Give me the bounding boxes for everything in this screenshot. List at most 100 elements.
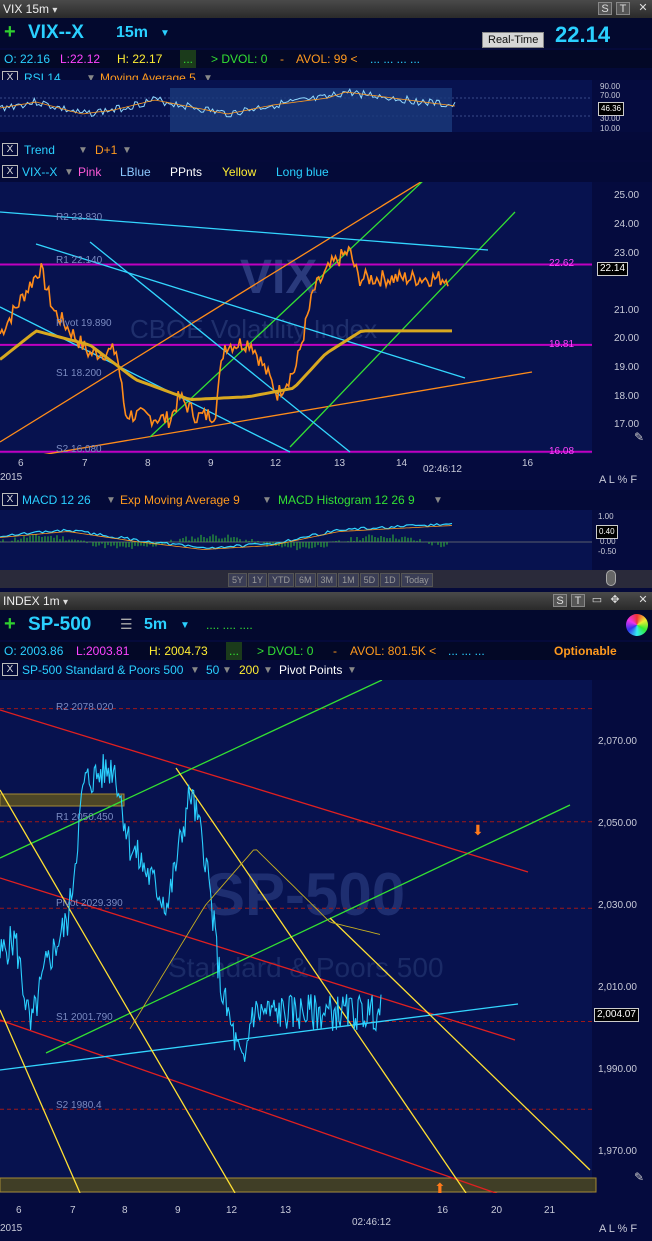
close-study-icon[interactable]: X — [2, 143, 18, 156]
sp-scale-2,050.00: 2,050.00 — [598, 817, 637, 829]
legend-pink[interactable]: Pink — [78, 162, 101, 182]
pencil-icon[interactable]: ✎ — [634, 430, 644, 444]
axis-controls[interactable]: A L % F — [599, 1223, 637, 1235]
timeframe-select[interactable]: 15m — [116, 24, 148, 42]
pivot-r2-label: R2 2078.020 — [56, 702, 114, 713]
range-button-5y[interactable]: 5Y — [228, 573, 248, 587]
axis-controls[interactable]: A L % F — [599, 474, 637, 486]
macd-hist-label[interactable]: MACD Histogram 12 26 9 — [278, 490, 415, 510]
close-icon[interactable]: ✕ — [636, 594, 650, 607]
optionable-badge: Optionable — [554, 644, 617, 658]
color-wheel-icon[interactable] — [626, 614, 648, 636]
timeframe-select[interactable]: 5m — [144, 616, 167, 634]
quote-more-button[interactable]: ... — [226, 642, 243, 660]
vix-x-8: 16 — [522, 458, 534, 469]
range-button-3m[interactable]: 3M — [316, 573, 338, 587]
legend-yellow[interactable]: Yellow — [222, 162, 256, 182]
trend-line-5 — [0, 306, 291, 453]
last-price: 22.14 — [555, 22, 611, 47]
window-icon[interactable]: ▭ — [590, 594, 604, 607]
vix-x-3: 9 — [208, 458, 214, 469]
close-study-icon[interactable]: X — [2, 165, 18, 178]
chevron-down-icon[interactable]: ▼ — [78, 141, 88, 161]
vix-x-6: 14 — [396, 458, 408, 469]
quote-low: L:22.12 — [60, 52, 101, 66]
sp-x-8: 20 — [491, 1205, 503, 1216]
close-icon[interactable]: ✕ — [636, 2, 650, 15]
scroll-handle[interactable] — [606, 570, 616, 586]
sp-window-title: INDEX 1m — [3, 594, 60, 608]
close-study-icon[interactable]: X — [2, 663, 18, 676]
settings-icon[interactable]: T — [571, 594, 585, 607]
rsi-scale-10: 10.00 — [600, 124, 621, 132]
legend-ppnts[interactable]: PPnts — [170, 162, 202, 182]
range-button-6m[interactable]: 6M — [295, 573, 316, 587]
trend-label[interactable]: Trend — [24, 140, 55, 160]
legend-pivots[interactable]: Pivot Points — [279, 660, 342, 680]
sp-plot — [0, 680, 597, 1193]
chevron-down-icon[interactable]: ▼ — [160, 28, 170, 39]
legend-ma50[interactable]: 50 — [206, 660, 219, 680]
range-button-ytd[interactable]: YTD — [268, 573, 295, 587]
vix-x-1: 7 — [82, 458, 88, 469]
pivot-label: Pivot 2029.390 — [56, 898, 123, 909]
sp-x-7: 16 — [437, 1205, 449, 1216]
rsi-scale-70: 70.00 — [600, 91, 621, 100]
legend-name[interactable]: SP-500 Standard & Poors 500 — [22, 660, 183, 680]
chevron-down-icon[interactable]: ▾ — [52, 5, 57, 16]
macd-scale-0: 0.00 — [600, 537, 616, 546]
range-button-1y[interactable]: 1Y — [248, 573, 268, 587]
settings-icon[interactable]: T — [616, 2, 630, 15]
d1-label[interactable]: D+1 — [95, 140, 117, 160]
chevron-down-icon[interactable]: ▼ — [190, 661, 200, 681]
pivot-r1-label: R1 22.140 — [56, 255, 103, 266]
pivot-r1-label: R1 2050.450 — [56, 812, 114, 823]
sp-scale-2,070.00: 2,070.00 — [598, 735, 637, 747]
list-icon[interactable]: ☰ — [120, 616, 133, 633]
add-icon[interactable]: + — [4, 22, 16, 42]
chevron-down-icon[interactable]: ▼ — [347, 661, 357, 681]
chevron-down-icon[interactable]: ▼ — [122, 141, 132, 161]
chevron-down-icon[interactable]: ▼ — [222, 661, 232, 681]
symbol-input[interactable]: SP-500 — [28, 614, 91, 636]
dots-indicator: .... .... .... — [206, 618, 253, 632]
vix-x-4: 12 — [270, 458, 282, 469]
sp-trend-line-9 — [329, 917, 591, 1171]
sp-last-tag: 2,004.07 — [594, 1008, 639, 1022]
link-icon[interactable]: S — [553, 594, 567, 607]
chevron-down-icon[interactable]: ▼ — [262, 491, 272, 511]
pencil-icon[interactable]: ✎ — [634, 1170, 644, 1184]
macd-line — [0, 522, 453, 550]
vix-x-5: 13 — [334, 458, 346, 469]
sp-window-titlebar[interactable]: INDEX 1m ▾ S T ▭ ✥ ✕ — [0, 592, 652, 610]
symbol-input[interactable]: VIX--X — [28, 22, 84, 44]
chevron-down-icon[interactable]: ▼ — [106, 491, 116, 511]
legend-lblue[interactable]: LBlue — [120, 162, 151, 182]
trend-study-bar: X Trend ▼ D+1 ▼ — [0, 140, 652, 160]
quote-more-button[interactable]: ... — [180, 50, 197, 68]
pivot-s1-label: S1 18.200 — [56, 368, 102, 379]
move-icon[interactable]: ✥ — [608, 594, 622, 607]
range-button-today[interactable]: Today — [400, 573, 433, 587]
realtime-button[interactable]: Real-Time — [482, 32, 545, 48]
range-button-1m[interactable]: 1M — [338, 573, 359, 587]
vix-x-axis: 6 7 8 9 12 13 14 02:46:12 16 2015 A L % F — [0, 454, 652, 490]
vix-window-titlebar[interactable]: VIX 15m ▾ S T ✕ — [0, 0, 652, 18]
quote-dvol: > DVOL: 0 — [257, 644, 314, 658]
macd-label[interactable]: MACD 12 26 — [22, 490, 91, 510]
macd-ema-label[interactable]: Exp Moving Average 9 — [120, 490, 240, 510]
range-button-1d[interactable]: 1D — [380, 573, 400, 587]
vix-last-tag: 22.14 — [597, 262, 629, 276]
chevron-down-icon[interactable]: ▼ — [433, 491, 443, 511]
legend-symbol[interactable]: VIX--X — [22, 162, 57, 182]
range-button-5d[interactable]: 5D — [359, 573, 380, 587]
chevron-down-icon[interactable]: ▼ — [180, 620, 190, 631]
legend-ma200[interactable]: 200 — [239, 660, 259, 680]
link-icon[interactable]: S — [598, 2, 612, 15]
chevron-down-icon[interactable]: ▾ — [63, 597, 68, 608]
chevron-down-icon[interactable]: ▼ — [263, 661, 273, 681]
close-study-icon[interactable]: X — [2, 493, 18, 506]
chevron-down-icon[interactable]: ▼ — [64, 163, 74, 183]
add-icon[interactable]: + — [4, 614, 16, 634]
legend-longblue[interactable]: Long blue — [276, 162, 329, 182]
